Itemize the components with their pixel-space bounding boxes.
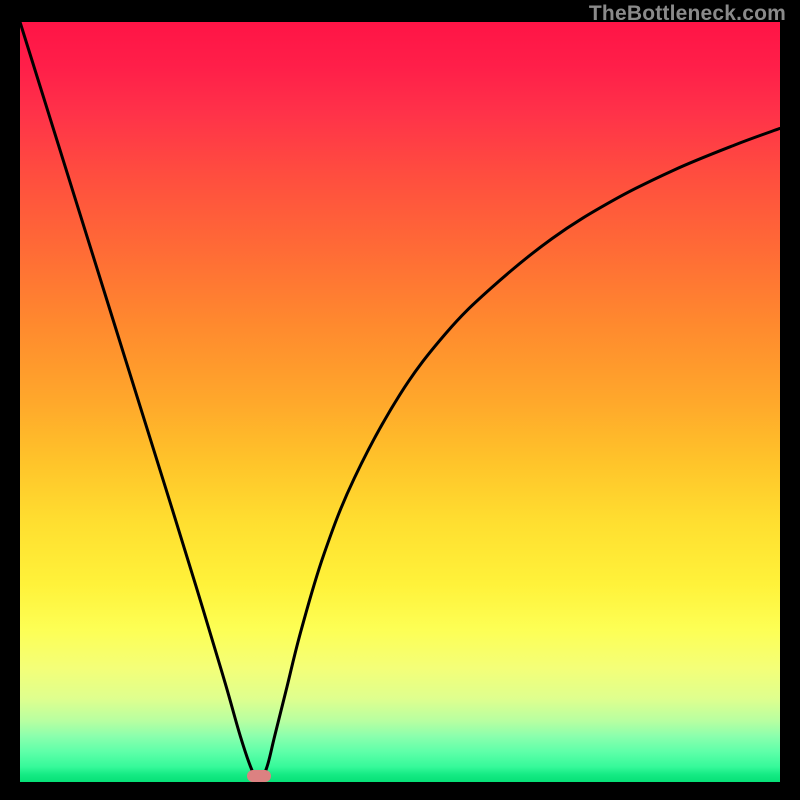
optimal-point-marker	[247, 770, 271, 782]
curve-layer	[20, 22, 780, 782]
chart-container: TheBottleneck.com	[0, 0, 800, 800]
plot-area	[20, 22, 780, 782]
watermark-label: TheBottleneck.com	[589, 2, 786, 26]
bottleneck-curve	[20, 22, 780, 782]
